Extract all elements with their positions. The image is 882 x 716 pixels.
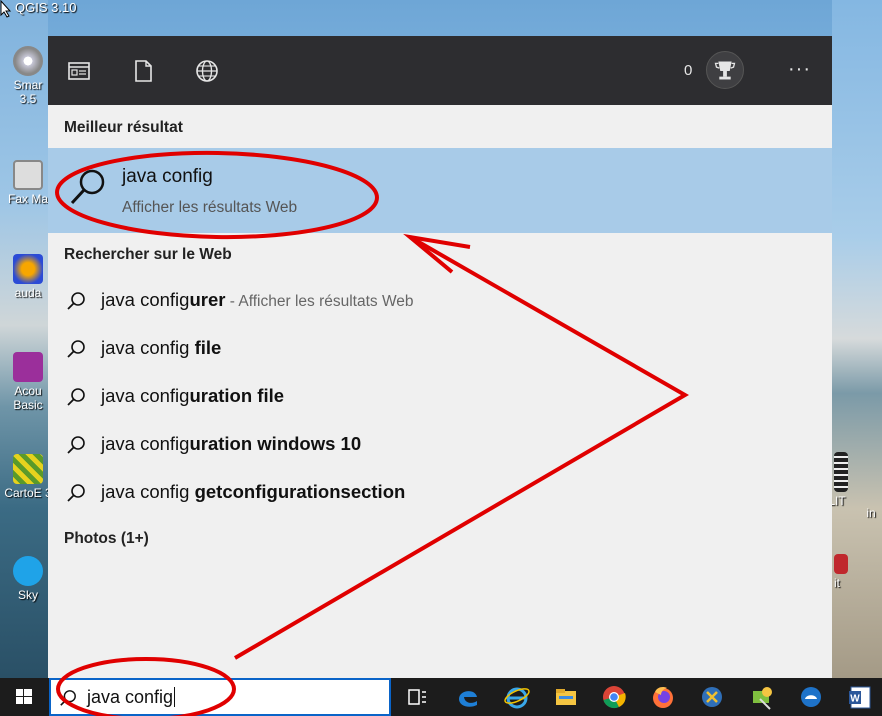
suggestion-prefix: java config: [101, 337, 195, 358]
suggestion-text: java configuration file: [101, 385, 284, 407]
suggestion-text: java configuration windows 10: [101, 433, 361, 455]
web-suggestion-item[interactable]: java configuration file: [48, 375, 832, 419]
suggestion-completion: getconfigurationsection: [194, 481, 406, 502]
apps-filter-icon[interactable]: [66, 58, 92, 84]
window-title-qgis: QGIS 3.10: [15, 0, 77, 15]
svg-text:W: W: [850, 694, 860, 705]
app-icon[interactable]: [698, 683, 726, 711]
web-search-heading: Rechercher sur le Web: [64, 246, 232, 263]
internet-explorer-icon[interactable]: [503, 683, 531, 711]
audacity-icon: [13, 254, 43, 284]
desktop-icon-skype[interactable]: Sky: [4, 556, 52, 602]
skype-icon: [13, 556, 43, 586]
suggestion-completion: file: [194, 337, 222, 358]
desktop-icon-label: it: [834, 576, 840, 590]
search-icon: [67, 292, 85, 310]
outlook-icon[interactable]: [797, 683, 825, 711]
search-icon: [70, 169, 105, 205]
search-icon: [67, 388, 85, 406]
firefox-icon[interactable]: [649, 683, 677, 711]
rewards-points: 0: [684, 62, 693, 79]
suggestion-prefix: java config: [101, 481, 195, 502]
suggestion-text: java config getconfigurationsection: [101, 481, 405, 503]
suggestion-prefix: java config: [101, 385, 190, 406]
fax-icon: [13, 160, 43, 190]
search-icon: [60, 690, 76, 706]
taskbar: java config W: [0, 678, 882, 716]
best-result-subtitle: Afficher les résultats Web: [122, 199, 298, 216]
best-result-heading: Meilleur résultat: [64, 119, 183, 136]
best-result-item[interactable]: java config Afficher les résultats Web: [48, 148, 832, 233]
desktop-icon-smartboard[interactable]: Smar 3.5: [4, 46, 52, 106]
chrome-icon[interactable]: [600, 683, 628, 711]
desktop-icon-label: Smar 3.5: [13, 78, 43, 106]
smartboard-icon: [13, 46, 43, 76]
desktop-icon-label: Fax Ma: [7, 192, 48, 206]
search-panel-header: 0 ···: [48, 36, 832, 105]
web-suggestion-item[interactable]: java config getconfigurationsection: [48, 471, 832, 515]
app-icon[interactable]: [748, 683, 776, 711]
search-icon: [67, 340, 85, 358]
web-suggestion-item[interactable]: java configurer - Afficher les résultats…: [48, 279, 832, 323]
search-panel: 0 ··· Meilleur résultat java config Affi…: [48, 36, 832, 678]
desktop-icon-label: Acou Basic: [13, 384, 43, 412]
carto-icon: [13, 454, 43, 484]
file-explorer-icon[interactable]: [552, 683, 580, 711]
desktop-icon-audacity[interactable]: auda: [4, 254, 52, 300]
text-caret: [174, 687, 176, 707]
search-icon: [67, 484, 85, 502]
web-suggestion-item[interactable]: java config file: [48, 327, 832, 371]
suggestion-prefix: java config: [101, 433, 190, 454]
taskbar-search-box[interactable]: java config: [49, 678, 391, 716]
desktop-icon-right-2[interactable]: in: [860, 506, 882, 520]
search-input[interactable]: java config: [87, 687, 176, 708]
app-icon: [834, 452, 848, 492]
suggestion-prefix: java config: [101, 289, 190, 310]
app-icon: [834, 554, 848, 574]
desktop-icon-label: in: [866, 506, 876, 520]
acoustic-icon: [13, 352, 43, 382]
documents-filter-icon[interactable]: [130, 58, 156, 84]
search-query-text: java config: [87, 687, 174, 707]
windows-start-icon[interactable]: [0, 678, 48, 716]
suggestion-text: java configurer - Afficher les résultats…: [101, 289, 414, 311]
web-suggestion-item[interactable]: java configuration windows 10: [48, 423, 832, 467]
suggestion-completion: uration windows 10: [189, 433, 362, 454]
desktop-icon-label: auda: [14, 286, 42, 300]
search-icon: [67, 436, 85, 454]
edge-icon[interactable]: [454, 683, 482, 711]
desktop-icon-carto[interactable]: CartoE 3: [4, 454, 52, 500]
web-filter-icon[interactable]: [194, 58, 220, 84]
best-result-title: java config: [122, 166, 213, 187]
task-view-icon[interactable]: [403, 683, 431, 711]
suggestion-completion: urer: [189, 289, 226, 310]
desktop-icon-fax[interactable]: Fax Ma: [4, 160, 52, 206]
trophy-icon[interactable]: [706, 51, 744, 89]
suggestion-text: java config file: [101, 337, 221, 359]
photos-heading[interactable]: Photos (1+): [64, 530, 149, 548]
mouse-cursor-icon: [0, 0, 12, 18]
word-icon[interactable]: W: [846, 683, 874, 711]
desktop-icon-label: CartoE 3: [4, 486, 52, 500]
more-options-button[interactable]: ···: [788, 58, 811, 81]
suggestion-completion: uration file: [189, 385, 285, 406]
desktop-icon-label: Sky: [17, 588, 38, 602]
desktop-icon-acoustic[interactable]: Acou Basic: [4, 352, 52, 412]
suggestion-hint: - Afficher les résultats Web: [225, 293, 414, 310]
